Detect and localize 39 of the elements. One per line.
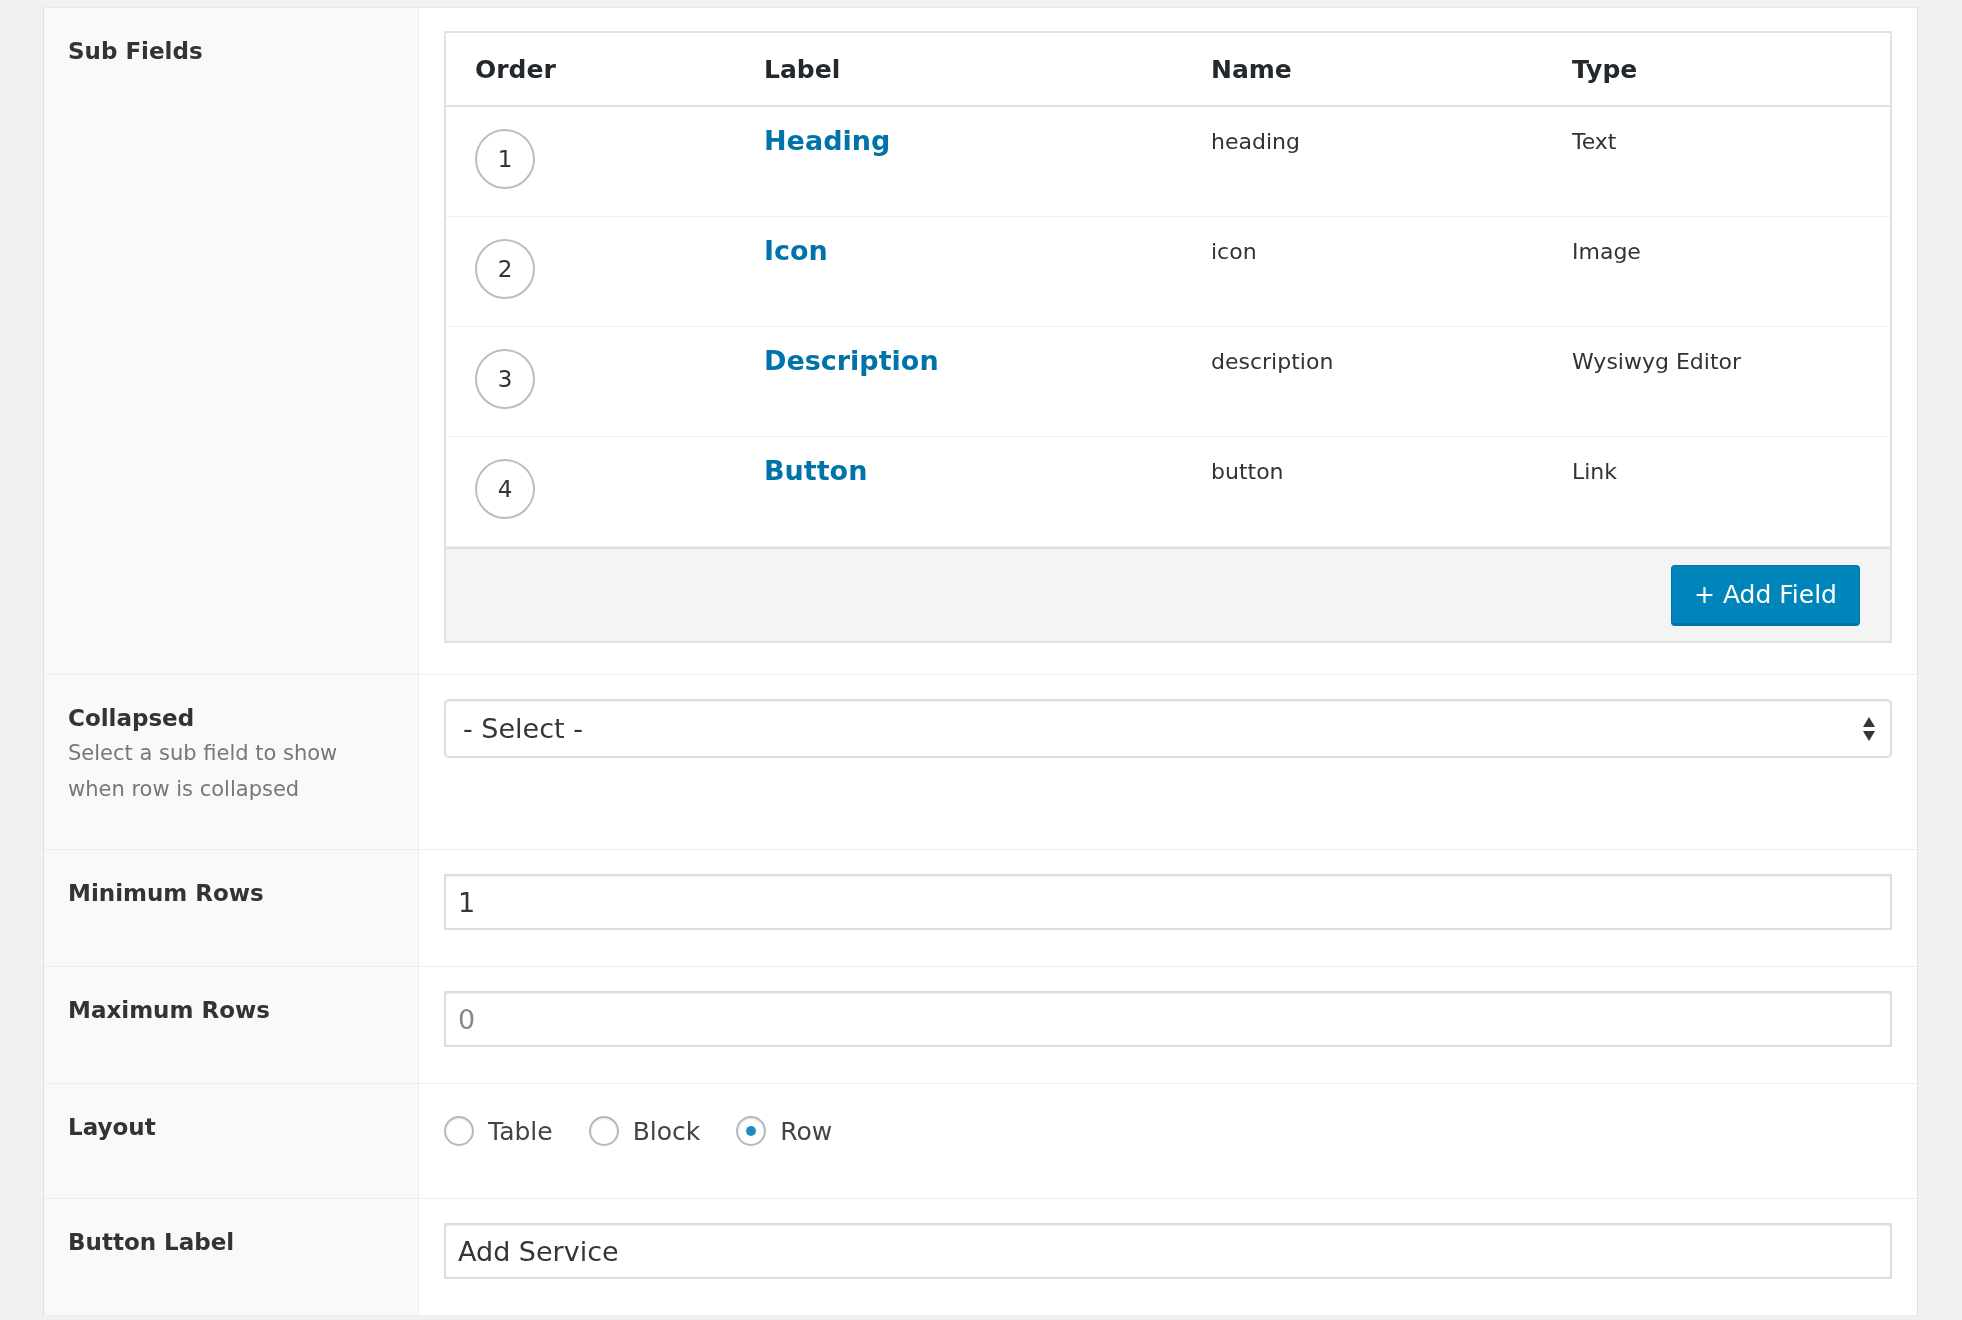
order-badge[interactable]: 4	[475, 459, 535, 519]
field-name: button	[1211, 459, 1284, 484]
column-header: Label	[764, 54, 842, 84]
field-label-link[interactable]: Description	[764, 345, 939, 376]
order-badge[interactable]: 2	[475, 239, 535, 299]
field-name: heading	[1211, 129, 1300, 154]
select-dropdown[interactable]: - Select -	[444, 699, 1892, 758]
order-badge[interactable]: 1	[475, 129, 535, 189]
field-label-link[interactable]: Heading	[764, 125, 891, 156]
text-input[interactable]: Add Service	[444, 1223, 1892, 1279]
setting-label: Sub Fields	[68, 38, 204, 64]
radio-button[interactable]	[588, 1116, 619, 1146]
radio-label[interactable]: Row	[780, 1116, 833, 1146]
radio-label[interactable]: Table	[488, 1116, 553, 1146]
field-type: Text	[1572, 129, 1617, 154]
setting-description: Select a sub field to show when row is collapsed	[68, 740, 339, 803]
setting-label: Minimum Rows	[68, 880, 265, 906]
field-type: Image	[1572, 239, 1641, 264]
radio-button[interactable]	[736, 1116, 767, 1146]
setting-label: Collapsed	[68, 705, 196, 731]
column-header: Type	[1572, 54, 1639, 84]
text-input[interactable]: 0	[444, 991, 1892, 1047]
text-input[interactable]: 1	[444, 874, 1892, 930]
field-name: description	[1211, 349, 1334, 374]
field-label-link[interactable]: Button	[764, 455, 868, 486]
radio-button[interactable]	[444, 1116, 474, 1146]
column-header: Order	[475, 54, 557, 84]
add-field-button[interactable]: + Add Field	[1671, 564, 1860, 626]
field-type: Wysiwyg Editor	[1572, 349, 1742, 374]
column-header: Name	[1211, 54, 1293, 84]
field-name: icon	[1211, 239, 1257, 264]
up-down-arrows-icon	[1862, 715, 1876, 742]
setting-label: Layout	[68, 1114, 157, 1140]
field-type: Link	[1572, 459, 1618, 484]
radio-label[interactable]: Block	[632, 1116, 701, 1146]
setting-label: Maximum Rows	[68, 997, 271, 1023]
setting-label: Button Label	[68, 1229, 236, 1255]
field-label-link[interactable]: Icon	[764, 235, 828, 266]
order-badge[interactable]: 3	[475, 349, 535, 409]
